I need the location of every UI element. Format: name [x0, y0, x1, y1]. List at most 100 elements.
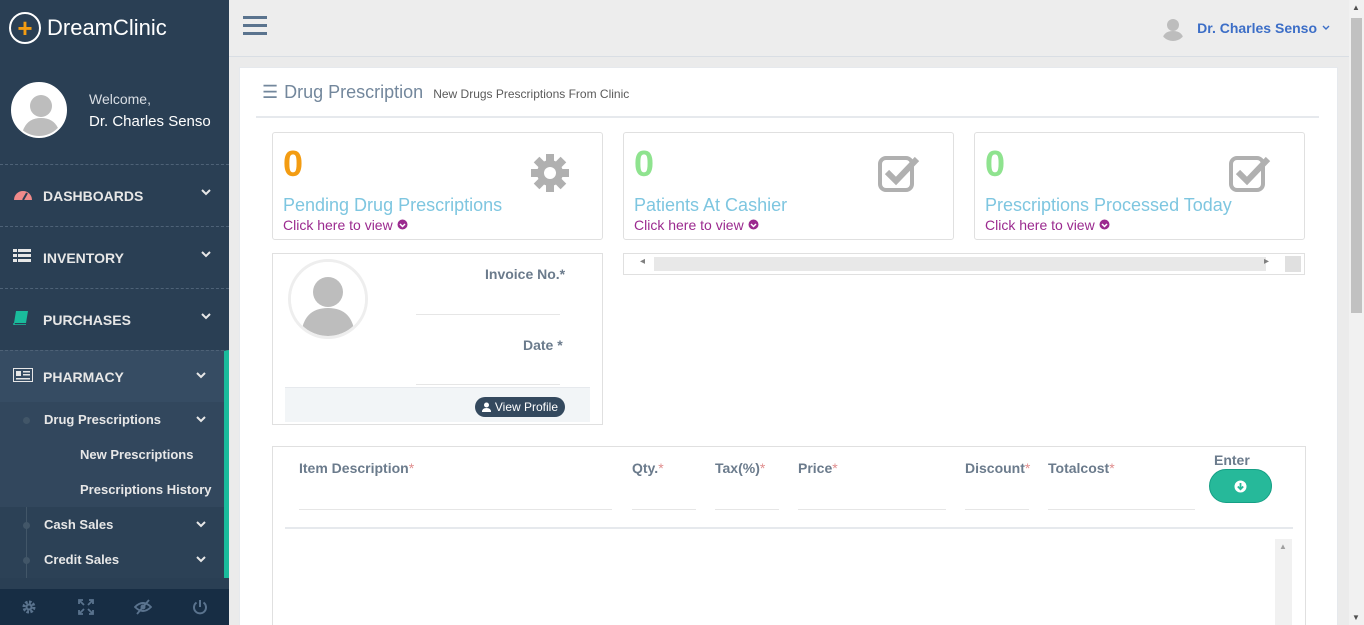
stat-processed-today[interactable]: 0 Prescriptions Processed Today Click he… — [974, 132, 1305, 240]
arrow-circle-down-icon — [397, 219, 408, 230]
book-icon — [13, 310, 35, 329]
patient-card: Invoice No.* Date * View Profile — [272, 253, 603, 425]
arrow-circle-down-icon — [1234, 480, 1247, 492]
welcome-text: Welcome, — [89, 90, 151, 107]
stat-link[interactable]: Click here to view — [283, 217, 408, 233]
stat-patients-at-cashier[interactable]: 0 Patients At Cashier Click here to view — [623, 132, 954, 240]
user-icon — [481, 402, 491, 412]
gear-icon[interactable] — [15, 593, 43, 621]
chevron-down-icon — [196, 556, 206, 563]
sidebar-profile: Welcome, Dr. Charles Senso — [0, 56, 229, 164]
eye-slash-icon[interactable] — [129, 593, 157, 621]
sidebar-item-label: Cash Sales — [44, 517, 114, 532]
profile-name: Dr. Charles Senso — [89, 112, 211, 130]
sidebar-item-label: Credit Sales — [44, 552, 120, 567]
scroll-up-arrow-icon[interactable]: ▲ — [1352, 3, 1360, 12]
page-header: ☰ Drug Prescription New Drugs Prescripti… — [262, 82, 629, 103]
sidebar-item-label: DASHBOARDS — [43, 187, 144, 204]
main-panel: ☰ Drug Prescription New Drugs Prescripti… — [239, 67, 1338, 625]
chevron-down-icon — [1322, 25, 1330, 30]
sidebar-item-label: Drug Prescriptions — [44, 412, 162, 427]
bars-icon: ☰ — [262, 82, 279, 102]
col-tax: Tax(%)* — [715, 460, 766, 476]
items-scrollbar[interactable]: ▲ — [1275, 539, 1292, 625]
user-silhouette-icon — [13, 84, 65, 136]
sidebar-item-pharmacy[interactable]: PHARMACY — [0, 350, 229, 402]
stat-label: Pending Drug Prescriptions — [283, 195, 503, 215]
scroll-thumb[interactable] — [1351, 18, 1362, 313]
stat-link[interactable]: Click here to view — [985, 217, 1110, 233]
sidebar-item-new-prescriptions[interactable]: New Prescriptions — [0, 437, 224, 472]
price-input[interactable] — [798, 509, 946, 510]
sidebar-item-drug-prescriptions[interactable]: Drug Prescriptions — [0, 402, 224, 437]
list-icon — [13, 248, 35, 267]
stat-pending-prescriptions[interactable]: 0 Pending Drug Prescriptions Click here … — [272, 132, 603, 240]
fullscreen-icon[interactable] — [72, 593, 100, 621]
date-input[interactable] — [416, 384, 560, 385]
view-profile-button[interactable]: View Profile — [474, 397, 565, 417]
sidebar-item-cash-sales[interactable]: Cash Sales — [0, 507, 224, 542]
top-navbar: Dr. Charles Senso — [229, 0, 1349, 57]
scroll-down-arrow-icon[interactable]: ▼ — [1352, 613, 1360, 622]
user-menu[interactable]: Dr. Charles Senso — [1160, 15, 1331, 41]
sidebar-item-inventory[interactable]: INVENTORY — [0, 226, 229, 288]
scroll-up-arrow-icon[interactable]: ▲ — [1279, 542, 1287, 551]
sidebar: + DreamClinic Welcome, Dr. Charles Senso… — [0, 0, 229, 625]
brand-name: DreamClinic — [47, 15, 167, 40]
chevron-down-icon — [201, 313, 211, 320]
hamburger-menu-icon[interactable] — [243, 16, 267, 38]
chevron-down-icon — [201, 189, 211, 196]
stat-count: 0 — [985, 143, 1006, 184]
enter-label: Enter — [1214, 452, 1250, 468]
newspaper-icon — [13, 367, 35, 386]
sidebar-item-prescriptions-history[interactable]: Prescriptions History — [0, 472, 224, 507]
col-totalcost: Totalcost* — [1048, 460, 1115, 476]
col-item-description: Item Description* — [299, 460, 415, 476]
sidebar-item-credit-sales[interactable]: Credit Sales — [0, 542, 224, 577]
sidebar-item-label: Prescriptions History — [80, 482, 212, 497]
sidebar-item-label: New Prescriptions — [80, 447, 194, 462]
qty-input[interactable] — [632, 509, 696, 510]
user-silhouette-icon — [291, 262, 365, 336]
col-price: Price* — [798, 460, 838, 476]
arrow-circle-down-icon — [748, 219, 759, 230]
page-subtitle: New Drugs Prescriptions From Clinic — [433, 87, 630, 101]
sidebar-footer — [0, 589, 229, 625]
page-title: Drug Prescription — [284, 82, 424, 102]
invoice-input[interactable] — [416, 314, 560, 315]
arrow-circle-down-icon — [1099, 219, 1110, 230]
scroll-right-arrow-icon[interactable]: ▸ — [1264, 256, 1269, 267]
sidebar-item-dashboards[interactable]: DASHBOARDS — [0, 164, 229, 226]
item-description-input[interactable] — [299, 509, 612, 510]
pharmacy-submenu: Drug Prescriptions New Prescriptions Pre… — [0, 402, 229, 578]
user-name: Dr. Charles Senso — [1197, 20, 1317, 36]
prescription-items-form: Item Description* Qty.* Tax(%)* Price* D… — [272, 446, 1306, 625]
scroll-left-arrow-icon[interactable]: ◂ — [640, 256, 645, 267]
brand[interactable]: + DreamClinic — [0, 0, 229, 56]
sidebar-item-label: PHARMACY — [43, 368, 124, 385]
enter-button[interactable] — [1209, 469, 1272, 503]
plus-icon: + — [9, 12, 41, 44]
dashboard-icon — [13, 187, 35, 205]
discount-input[interactable] — [965, 509, 1029, 510]
date-label: Date * — [523, 337, 563, 353]
page-scrollbar[interactable]: ▲ ▼ — [1349, 0, 1364, 625]
avatar — [288, 259, 368, 339]
sidebar-item-label: INVENTORY — [43, 249, 124, 266]
stat-link[interactable]: Click here to view — [634, 217, 759, 233]
power-icon[interactable] — [186, 593, 214, 621]
stat-label: Patients At Cashier — [634, 195, 788, 215]
totalcost-input[interactable] — [1048, 509, 1195, 510]
sidebar-item-label: PURCHASES — [43, 311, 131, 328]
horizontal-scrollbar[interactable]: ◂ ▸ — [623, 253, 1305, 275]
tax-input[interactable] — [715, 509, 779, 510]
chevron-down-icon — [196, 416, 206, 423]
stat-count: 0 — [283, 143, 304, 184]
sidebar-item-purchases[interactable]: PURCHASES — [0, 288, 229, 350]
chevron-down-icon — [196, 372, 206, 379]
col-discount: Discount* — [965, 460, 1031, 476]
stat-count: 0 — [634, 143, 655, 184]
chevron-down-icon — [201, 251, 211, 258]
avatar — [11, 82, 67, 138]
stat-label: Prescriptions Processed Today — [985, 195, 1232, 215]
